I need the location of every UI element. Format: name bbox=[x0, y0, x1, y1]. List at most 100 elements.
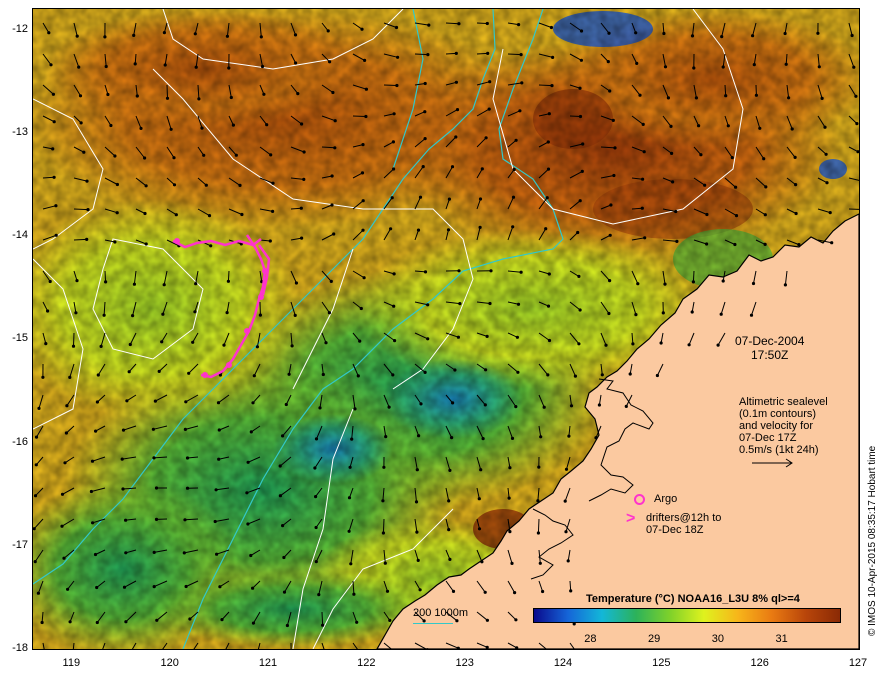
velocity-arrow-head bbox=[394, 25, 399, 30]
isobath-legend-label: 200 1000m bbox=[413, 607, 469, 619]
velocity-arrow-head bbox=[764, 185, 768, 189]
velocity-arrow-head bbox=[426, 337, 430, 341]
velocity-arrow-head bbox=[484, 368, 488, 372]
velocity-arrow-head bbox=[790, 127, 794, 131]
velocity-arrow-head bbox=[703, 183, 707, 187]
velocity-arrow-head bbox=[536, 531, 540, 535]
velocity-arrow-head bbox=[290, 344, 294, 348]
velocity-arrow bbox=[382, 518, 385, 534]
velocity-arrow-head bbox=[36, 591, 40, 595]
velocity-arrow-head bbox=[515, 335, 519, 339]
drifter-label-line1: drifters@12h to bbox=[646, 512, 722, 524]
velocity-arrow-head bbox=[609, 203, 613, 207]
velocity-arrow-head bbox=[135, 94, 139, 98]
velocity-arrow-head bbox=[265, 123, 269, 127]
velocity-arrow-head bbox=[193, 32, 197, 36]
velocity-arrow-head bbox=[816, 31, 820, 35]
velocity-arrow-head bbox=[144, 184, 148, 188]
velocity-arrow-head bbox=[381, 531, 385, 535]
velocity-arrow-head bbox=[62, 556, 66, 560]
velocity-arrow-head bbox=[260, 64, 265, 69]
velocity-arrow-head bbox=[331, 90, 335, 95]
velocity-arrow-head bbox=[282, 555, 286, 560]
velocity-arrow-head bbox=[510, 436, 515, 440]
velocity-arrow-head bbox=[271, 181, 275, 185]
velocity-arrow-head bbox=[60, 524, 64, 528]
velocity-arrow-head bbox=[830, 241, 834, 245]
velocity-arrow-head bbox=[95, 400, 99, 404]
velocity-arrow-head bbox=[547, 112, 551, 116]
velocity-arrow-head bbox=[823, 125, 827, 129]
velocity-arrow-head bbox=[546, 167, 551, 171]
velocity-arrow-head bbox=[358, 339, 362, 343]
y-axis-label: -12 bbox=[12, 22, 28, 35]
velocity-arrow-head bbox=[131, 314, 135, 318]
velocity-arrow-head bbox=[447, 499, 451, 503]
velocity-arrow-head bbox=[160, 340, 164, 344]
velocity-arrow-head bbox=[347, 496, 352, 500]
velocity-arrow-head bbox=[330, 203, 334, 207]
velocity-arrow-head bbox=[828, 211, 832, 215]
velocity-arrow-head bbox=[321, 372, 325, 377]
drifter-label-line2: 07-Dec 18Z bbox=[646, 524, 704, 536]
velocity-arrow-head bbox=[549, 25, 554, 30]
velocity-arrow bbox=[352, 115, 366, 117]
drifter-legend: > drifters@12h to 07-Dec 18Z bbox=[626, 511, 722, 537]
velocity-arrow-head bbox=[417, 434, 421, 438]
velocity-arrow-head bbox=[749, 313, 754, 317]
velocity-arrow-head bbox=[66, 587, 70, 591]
velocity-arrow-head bbox=[240, 212, 244, 217]
velocity-arrow-head bbox=[485, 618, 489, 622]
velocity-arrow-head bbox=[153, 399, 157, 403]
velocity-arrow-head bbox=[293, 313, 297, 317]
velocity-arrow-head bbox=[692, 66, 696, 70]
velocity-arrow-head bbox=[85, 179, 89, 183]
velocity-arrow-head bbox=[716, 343, 720, 347]
velocity-arrow-head bbox=[352, 592, 356, 596]
velocity-arrow-head bbox=[246, 522, 250, 526]
velocity-arrow-head bbox=[54, 204, 58, 208]
velocity-arrow-head bbox=[538, 561, 542, 565]
velocity-arrow-head bbox=[54, 233, 58, 237]
velocity-arrow-head bbox=[139, 126, 143, 130]
velocity-arrow-head bbox=[447, 197, 451, 201]
velocity-arrow-head bbox=[516, 370, 520, 374]
velocity-arrow-head bbox=[641, 122, 645, 126]
velocity-arrow-head bbox=[251, 586, 255, 590]
velocity-arrow-head bbox=[285, 623, 289, 628]
velocity-arrow-head bbox=[314, 437, 319, 441]
velocity-arrow-head bbox=[389, 227, 393, 231]
velocity-arrow-head bbox=[450, 165, 455, 169]
velocity-arrow-head bbox=[124, 518, 128, 522]
velocity-arrow-head bbox=[93, 552, 98, 557]
velocity-arrow-head bbox=[125, 399, 129, 403]
velocity-arrow-head bbox=[566, 559, 570, 563]
velocity-arrow-head bbox=[249, 553, 253, 558]
argo-marker-icon bbox=[634, 493, 645, 505]
velocity-arrow-head bbox=[60, 492, 65, 496]
velocity-arrow-head bbox=[539, 435, 543, 439]
velocity-arrow-head bbox=[483, 403, 487, 407]
velocity-arrow-head bbox=[155, 618, 159, 622]
velocity-arrow-head bbox=[278, 464, 282, 468]
velocity-arrow-head bbox=[415, 530, 419, 534]
velocity-arrow-head bbox=[608, 233, 612, 237]
velocity-arrow-head bbox=[451, 589, 456, 594]
velocity-arrow bbox=[445, 22, 459, 25]
velocity-arrow-head bbox=[551, 55, 555, 60]
velocity-arrow-head bbox=[564, 530, 568, 534]
velocity-arrow-head bbox=[448, 468, 452, 472]
velocity-arrow-head bbox=[184, 400, 188, 404]
y-axis-label: -16 bbox=[12, 435, 28, 448]
velocity-arrow-head bbox=[324, 341, 328, 345]
x-axis-label: 123 bbox=[455, 657, 474, 669]
velocity-arrow-head bbox=[537, 465, 541, 469]
velocity-arrow-head bbox=[333, 119, 337, 123]
velocity-arrow-head bbox=[416, 558, 420, 563]
velocity-arrow-head bbox=[485, 645, 489, 649]
velocity-arrow-head bbox=[162, 31, 166, 35]
velocity-arrow-head bbox=[259, 35, 263, 39]
velocity-arrow-head bbox=[185, 486, 190, 490]
altimetry-legend-line: 07-Dec 17Z bbox=[739, 432, 797, 444]
velocity-arrow-head bbox=[669, 124, 673, 128]
